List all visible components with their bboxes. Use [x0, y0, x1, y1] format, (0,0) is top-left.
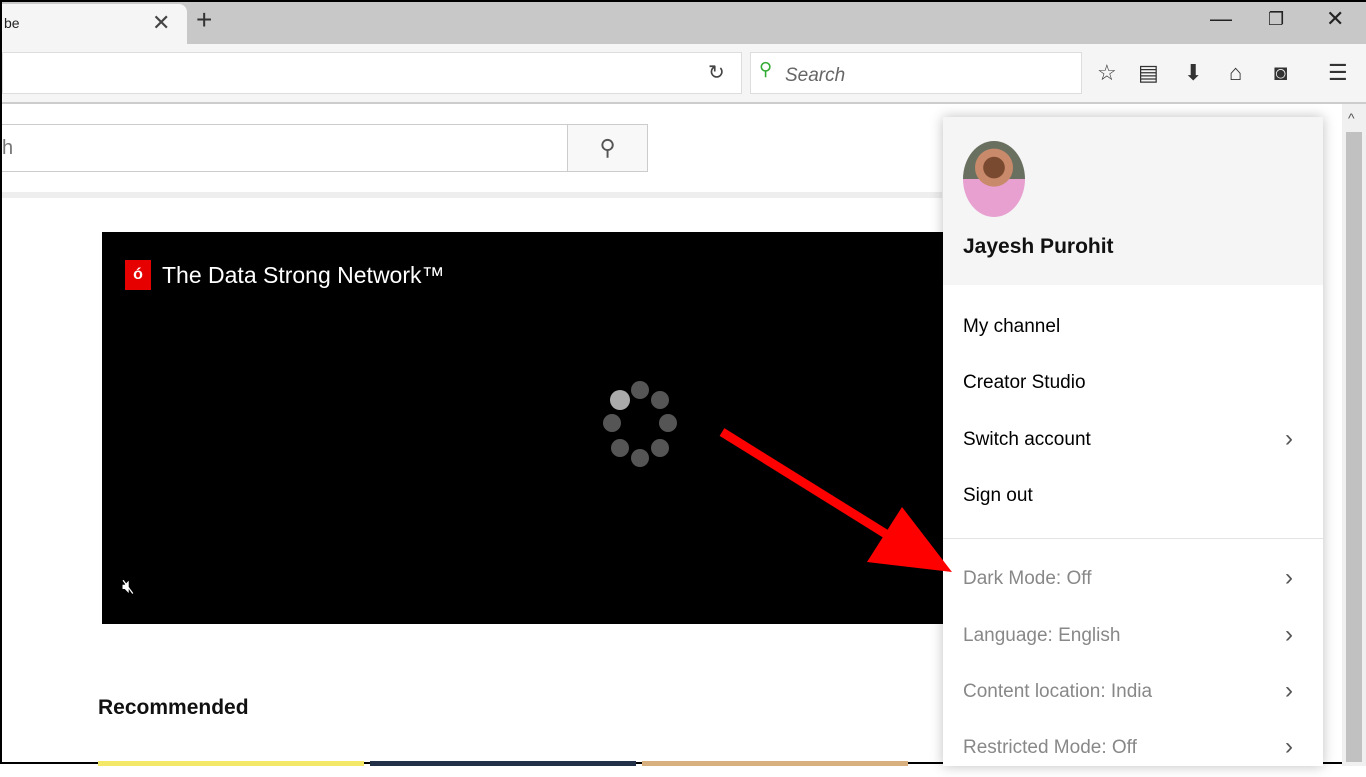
search-icon: ⚲: [599, 135, 616, 160]
reload-icon[interactable]: ↻: [708, 60, 725, 85]
mute-icon[interactable]: 🔇︎: [122, 576, 135, 599]
menu-item-language[interactable]: Language: English ›: [943, 609, 1323, 665]
menu-icon[interactable]: ☰: [1328, 60, 1348, 86]
scroll-up-icon[interactable]: ^: [1348, 110, 1355, 126]
account-header: Jayesh Purohit: [943, 117, 1323, 285]
user-name: Jayesh Purohit: [963, 235, 1114, 258]
menu-divider: [943, 538, 1323, 539]
tab-bar: be ✕ + — ❐ ✕: [2, 2, 1366, 44]
star-icon[interactable]: ☆: [1097, 60, 1117, 86]
menu-item-creator-studio[interactable]: Creator Studio: [943, 356, 1323, 412]
tab-title: be: [4, 15, 20, 31]
chevron-right-icon: ›: [1285, 621, 1293, 648]
pocket-icon[interactable]: ◙: [1274, 60, 1287, 86]
recommended-heading: Recommended: [98, 696, 249, 719]
chevron-right-icon: ›: [1285, 733, 1293, 760]
chevron-right-icon: ›: [1285, 677, 1293, 704]
reading-list-icon[interactable]: ▤: [1138, 60, 1159, 86]
minimize-icon[interactable]: —: [1210, 6, 1232, 32]
close-tab-icon[interactable]: ✕: [152, 10, 170, 36]
menu-item-my-channel[interactable]: My channel: [943, 300, 1323, 356]
menu-item-switch-account[interactable]: Switch account ›: [943, 413, 1323, 469]
menu-item-label: Restricted Mode: Off: [963, 737, 1137, 758]
menu-item-label: Content location: India: [963, 681, 1153, 702]
youtube-search-button[interactable]: ⚲: [567, 124, 648, 172]
chevron-right-icon: ›: [1285, 564, 1293, 591]
video-title: The Data Strong Network™: [162, 262, 445, 288]
menu-item-label: Switch account: [963, 429, 1091, 450]
search-text: h: [2, 137, 14, 159]
navigation-bar: ↻ ⚲ Search ☆ ▤ ⬇ ⌂ ◙ ☰: [2, 44, 1366, 104]
menu-item-label: Language: English: [963, 625, 1121, 646]
vodafone-logo: ó: [125, 260, 151, 290]
menu-item-restricted-mode[interactable]: Restricted Mode: Off ›: [943, 721, 1323, 777]
restore-icon[interactable]: ❐: [1268, 9, 1284, 30]
account-menu: Jayesh Purohit My channel Creator Studio…: [943, 117, 1323, 766]
scrollbar[interactable]: ^: [1342, 104, 1366, 766]
window-close-icon[interactable]: ✕: [1326, 6, 1344, 32]
loading-spinner-icon: [603, 381, 677, 467]
home-icon[interactable]: ⌂: [1229, 60, 1242, 86]
search-engine-icon: ⚲: [759, 59, 773, 79]
menu-item-content-location[interactable]: Content location: India ›: [943, 665, 1323, 721]
browser-tab[interactable]: be ✕: [2, 4, 187, 44]
menu-item-label: Dark Mode: Off: [963, 568, 1092, 589]
scrollbar-thumb[interactable]: [1346, 132, 1362, 762]
browser-search-input[interactable]: ⚲ Search: [750, 52, 1082, 94]
red-arrow-annotation: [719, 428, 952, 572]
search-placeholder: Search: [785, 65, 846, 86]
menu-item-dark-mode[interactable]: Dark Mode: Off ›: [943, 552, 1323, 608]
youtube-search-input[interactable]: h: [2, 124, 568, 172]
menu-item-label: Sign out: [963, 485, 1033, 506]
chevron-right-icon: ›: [1285, 425, 1293, 452]
new-tab-icon[interactable]: +: [196, 4, 212, 36]
header-divider: [2, 192, 942, 198]
url-bar[interactable]: [2, 52, 742, 94]
avatar: [963, 141, 1025, 217]
download-icon[interactable]: ⬇: [1184, 60, 1202, 86]
menu-item-label: Creator Studio: [963, 372, 1086, 393]
menu-item-sign-out[interactable]: Sign out: [943, 469, 1323, 525]
menu-item-label: My channel: [963, 316, 1061, 337]
